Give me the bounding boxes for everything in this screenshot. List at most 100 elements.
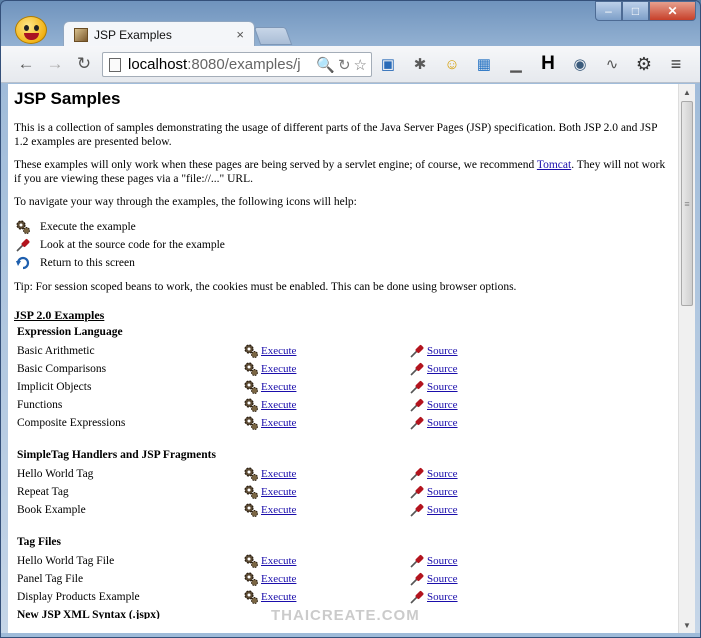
source-icon[interactable]: [408, 589, 425, 605]
extension-h-icon[interactable]: H: [537, 53, 559, 75]
legend-row-return: Return to this screen: [14, 254, 672, 272]
execute-icon[interactable]: [242, 484, 259, 500]
execute-cell: Execute: [242, 360, 408, 378]
group-title: Expression Language: [17, 326, 123, 338]
source-icon[interactable]: [408, 397, 425, 413]
source-link[interactable]: Source: [427, 591, 458, 603]
example-name: Basic Arithmetic: [17, 345, 95, 357]
url-path: :8080/examples/j: [187, 56, 301, 73]
scroll-thumb[interactable]: ≡: [681, 101, 693, 306]
source-icon[interactable]: [408, 361, 425, 377]
menu-icon[interactable]: ≡: [665, 53, 687, 75]
vertical-scrollbar[interactable]: ▲ ≡ ▼: [678, 84, 695, 633]
scroll-down-arrow-icon[interactable]: ▼: [679, 617, 695, 633]
example-groups: Expression Language Basic Arithmetic Execu…: [14, 326, 672, 606]
execute-link[interactable]: Execute: [261, 504, 296, 516]
tab-jsp-examples[interactable]: JSP Examples ×: [63, 21, 255, 47]
source-link[interactable]: Source: [427, 417, 458, 429]
extension-window-icon[interactable]: ▣: [377, 53, 399, 75]
source-cell: Source: [408, 396, 508, 414]
source-icon[interactable]: [408, 571, 425, 587]
profile-avatar-icon[interactable]: [15, 16, 47, 44]
maximize-button[interactable]: □: [622, 1, 649, 21]
source-link[interactable]: Source: [427, 555, 458, 567]
tab-title: JSP Examples: [94, 27, 172, 42]
execute-icon[interactable]: [242, 379, 259, 395]
execute-icon[interactable]: [242, 589, 259, 605]
extension-pulse-icon[interactable]: ∿: [601, 53, 623, 75]
sync-icon[interactable]: ↻: [338, 56, 351, 74]
source-icon[interactable]: [408, 484, 425, 500]
execute-icon[interactable]: [242, 343, 259, 359]
execute-link[interactable]: Execute: [261, 555, 296, 567]
source-icon[interactable]: [408, 379, 425, 395]
execute-link[interactable]: Execute: [261, 345, 296, 357]
execute-link[interactable]: Execute: [261, 486, 296, 498]
close-window-button[interactable]: ✕: [649, 1, 696, 21]
extension-ruler-icon[interactable]: ▁: [505, 53, 527, 75]
execute-icon[interactable]: [242, 415, 259, 431]
example-row: Composite Expressions Execute Source: [14, 414, 508, 432]
source-icon[interactable]: [408, 553, 425, 569]
source-link[interactable]: Source: [427, 468, 458, 480]
section-title-jsp20: JSP 2.0 Examples: [14, 308, 105, 322]
extension-screen-icon[interactable]: ▦: [473, 53, 495, 75]
example-name: Composite Expressions: [17, 417, 126, 429]
execute-link[interactable]: Execute: [261, 363, 296, 375]
source-link[interactable]: Source: [427, 345, 458, 357]
execute-link[interactable]: Execute: [261, 381, 296, 393]
execute-link[interactable]: Execute: [261, 573, 296, 585]
execute-cell: Execute: [242, 588, 408, 606]
execute-link[interactable]: Execute: [261, 417, 296, 429]
legend-text: Look at the source code for the example: [40, 239, 225, 251]
execute-icon[interactable]: [242, 553, 259, 569]
window-bottom-border: [1, 633, 700, 637]
tomcat-link[interactable]: Tomcat: [537, 159, 571, 171]
execute-link[interactable]: Execute: [261, 591, 296, 603]
source-icon[interactable]: [408, 415, 425, 431]
execute-link[interactable]: Execute: [261, 468, 296, 480]
scroll-up-arrow-icon[interactable]: ▲: [679, 84, 695, 100]
source-cell: Source: [408, 483, 508, 501]
extension-face-icon[interactable]: ☺: [441, 53, 463, 75]
execute-icon[interactable]: [242, 571, 259, 587]
group-title: Tag Files: [17, 536, 61, 548]
bookmark-star-icon[interactable]: ☆: [354, 56, 367, 74]
reload-icon[interactable]: ↻: [73, 54, 95, 74]
execute-link[interactable]: Execute: [261, 399, 296, 411]
search-icon[interactable]: 🔍: [316, 56, 335, 74]
forward-icon[interactable]: →: [44, 54, 66, 74]
extension-circle-icon[interactable]: ◉: [569, 53, 591, 75]
minimize-button[interactable]: –: [595, 1, 622, 21]
new-tab-button[interactable]: [253, 27, 293, 45]
extension-bug-icon[interactable]: ✱: [409, 53, 431, 75]
examples-table: Basic Arithmetic Execute Source Basic Compa…: [14, 342, 508, 432]
settings-gear-icon[interactable]: ⚙: [633, 53, 655, 75]
source-icon: [14, 237, 32, 253]
example-row: Functions Execute Source: [14, 396, 508, 414]
address-bar[interactable]: localhost:8080/examples/j 🔍 ↻ ☆: [102, 52, 372, 77]
source-link[interactable]: Source: [427, 381, 458, 393]
source-link[interactable]: Source: [427, 363, 458, 375]
page-title: JSP Samples: [14, 89, 121, 108]
execute-icon[interactable]: [242, 502, 259, 518]
example-name: Basic Comparisons: [17, 363, 107, 375]
source-icon[interactable]: [408, 502, 425, 518]
source-link[interactable]: Source: [427, 504, 458, 516]
tab-close-icon[interactable]: ×: [236, 27, 244, 42]
back-icon[interactable]: ←: [15, 54, 37, 74]
source-icon[interactable]: [408, 466, 425, 482]
execute-icon: [14, 219, 32, 235]
example-name: Repeat Tag: [17, 486, 69, 498]
execute-icon[interactable]: [242, 466, 259, 482]
source-link[interactable]: Source: [427, 399, 458, 411]
execute-icon[interactable]: [242, 361, 259, 377]
execute-cell: Execute: [242, 501, 408, 519]
source-cell: Source: [408, 378, 508, 396]
source-link[interactable]: Source: [427, 573, 458, 585]
watermark: THAICREATE.COM: [271, 607, 420, 624]
source-icon[interactable]: [408, 343, 425, 359]
execute-icon[interactable]: [242, 397, 259, 413]
source-link[interactable]: Source: [427, 486, 458, 498]
title-bar: JSP Examples × – □ ✕: [1, 1, 700, 47]
